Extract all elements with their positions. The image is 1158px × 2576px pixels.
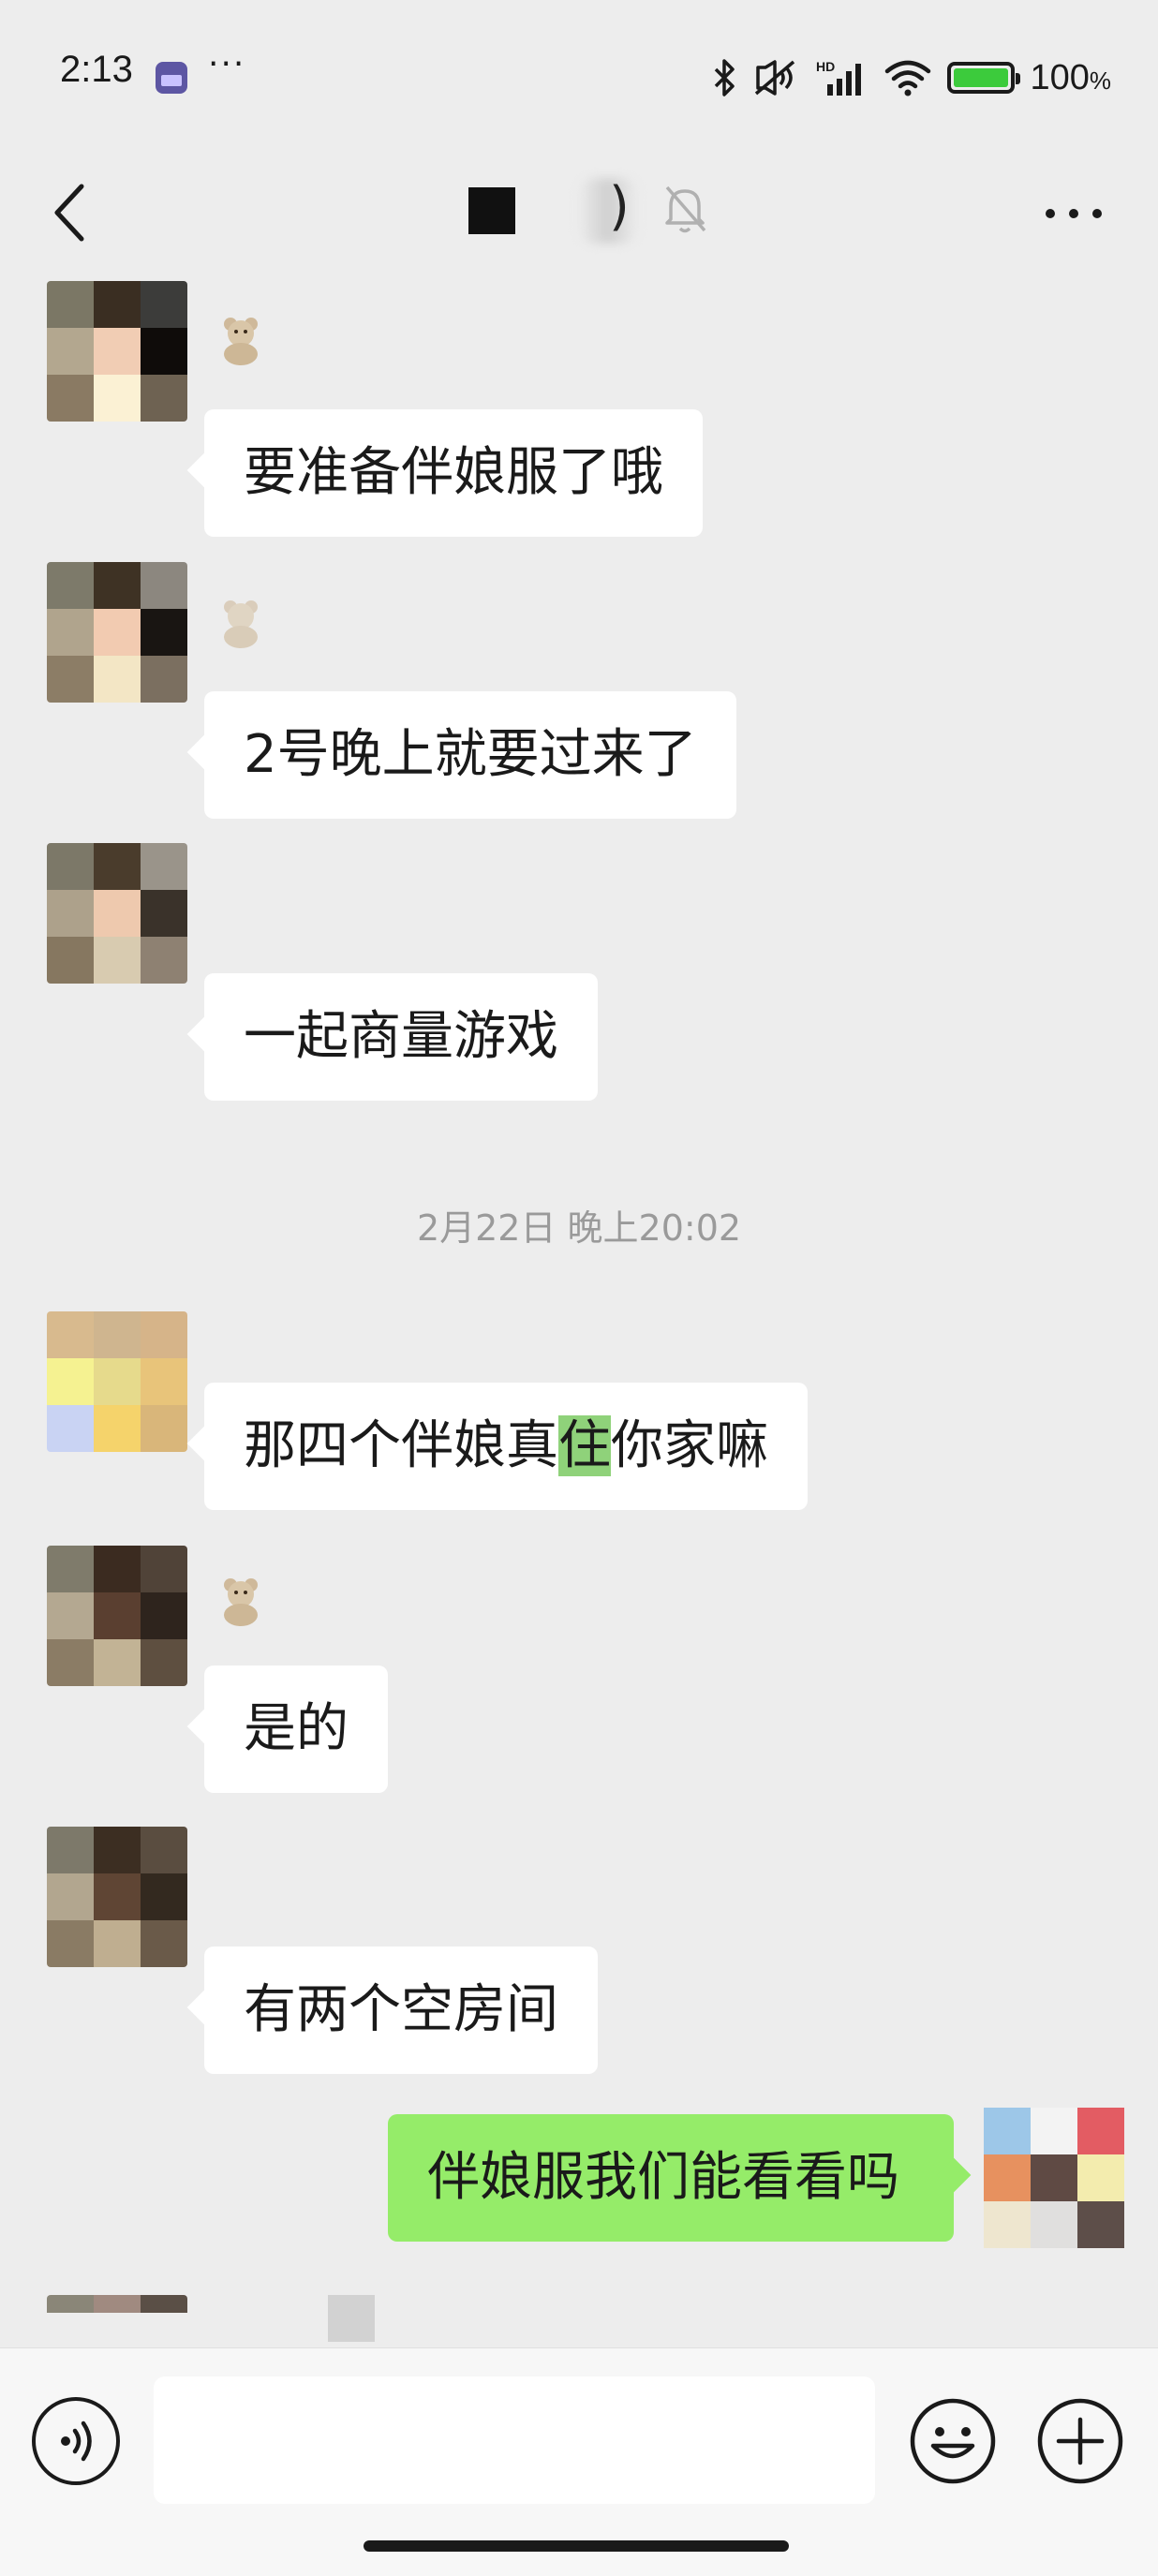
avatar[interactable] xyxy=(47,1546,187,1686)
battery-unit: % xyxy=(1089,66,1111,95)
avatar[interactable] xyxy=(47,562,187,703)
bluetooth-icon xyxy=(715,59,735,96)
bear-emoji-icon xyxy=(224,600,258,648)
message-bubble[interactable]: 那四个伴娘真住你家嘛 xyxy=(204,1383,808,1510)
chat-header: ) xyxy=(0,150,1158,281)
message-text: 2号晚上就要过来了 xyxy=(244,724,697,785)
bell-muted-icon xyxy=(665,185,706,233)
voice-icon xyxy=(61,2421,92,2462)
avatar[interactable] xyxy=(47,2295,187,2347)
message-input[interactable] xyxy=(154,2376,875,2504)
voice-button[interactable] xyxy=(32,2397,120,2485)
avatar[interactable] xyxy=(47,1827,187,1967)
mute-vibrate-icon xyxy=(755,60,795,96)
message-text: 那四个伴娘真住你家嘛 xyxy=(244,1415,768,1476)
status-bar: 2:13 ··· HD 100% xyxy=(0,0,1158,150)
battery-value: 100 xyxy=(1030,57,1090,97)
message-bubble[interactable]: 要准备伴娘服了哦 xyxy=(204,409,703,537)
chat-screen: 2:13 ··· HD 100%) 要准备伴娘服了哦 2号晚上就要过来了 一起… xyxy=(0,0,1158,2576)
my-avatar[interactable] xyxy=(984,2108,1124,2248)
chat-title-redacted xyxy=(468,187,515,234)
status-more-dots: ··· xyxy=(208,45,246,83)
message-text: 要准备伴娘服了哦 xyxy=(244,442,663,503)
more-dots-icon xyxy=(1046,209,1102,218)
hd-signal-icon: HD xyxy=(816,59,862,96)
status-time: 2:13 xyxy=(60,49,133,90)
chat-title: ) xyxy=(609,176,630,237)
message-bubble[interactable]: 一起商量游戏 xyxy=(204,973,598,1101)
message-bubble[interactable]: 有两个空房间 xyxy=(204,1947,598,2074)
svg-text:HD: HD xyxy=(816,59,835,74)
more-button[interactable] xyxy=(1036,185,1111,242)
message-text: 一起商量游戏 xyxy=(244,1006,558,1067)
my-message-text: 伴娘服我们能看看吗 xyxy=(427,2147,899,2208)
wifi-icon xyxy=(885,60,931,96)
bear-emoji-icon xyxy=(224,318,258,365)
chat-title-blur xyxy=(577,178,639,244)
message-bubble[interactable]: 是的 xyxy=(204,1666,388,1793)
message-text: 是的 xyxy=(244,1698,349,1759)
message-text-part: 你家嘛 xyxy=(611,1415,768,1476)
highlighted-text: 住 xyxy=(558,1415,611,1476)
message-text: 有两个空房间 xyxy=(244,1979,558,2040)
bear-emoji-icon xyxy=(224,1578,258,1626)
status-icons: HD 100% xyxy=(713,56,1111,99)
avatar[interactable] xyxy=(47,1311,187,1452)
plus-icon[interactable] xyxy=(1036,2397,1124,2485)
avatar[interactable] xyxy=(47,281,187,422)
avatar[interactable] xyxy=(47,843,187,984)
chevron-left-icon xyxy=(54,184,84,242)
timestamp: 2月22日 晚上20:02 xyxy=(416,1207,742,1249)
calendar-icon xyxy=(156,62,187,94)
partial-sender-block xyxy=(328,2295,375,2342)
message-bubble[interactable]: 2号晚上就要过来了 xyxy=(204,691,736,819)
home-indicator[interactable] xyxy=(364,2540,789,2552)
back-button[interactable] xyxy=(37,170,103,255)
my-message-bubble[interactable]: 伴娘服我们能看看吗 xyxy=(388,2114,954,2242)
battery-charging-icon xyxy=(947,62,1021,94)
battery-level: 100% xyxy=(1030,58,1111,98)
message-text-part: 那四个伴娘真 xyxy=(244,1415,558,1476)
emoji-icon[interactable] xyxy=(909,2397,997,2485)
